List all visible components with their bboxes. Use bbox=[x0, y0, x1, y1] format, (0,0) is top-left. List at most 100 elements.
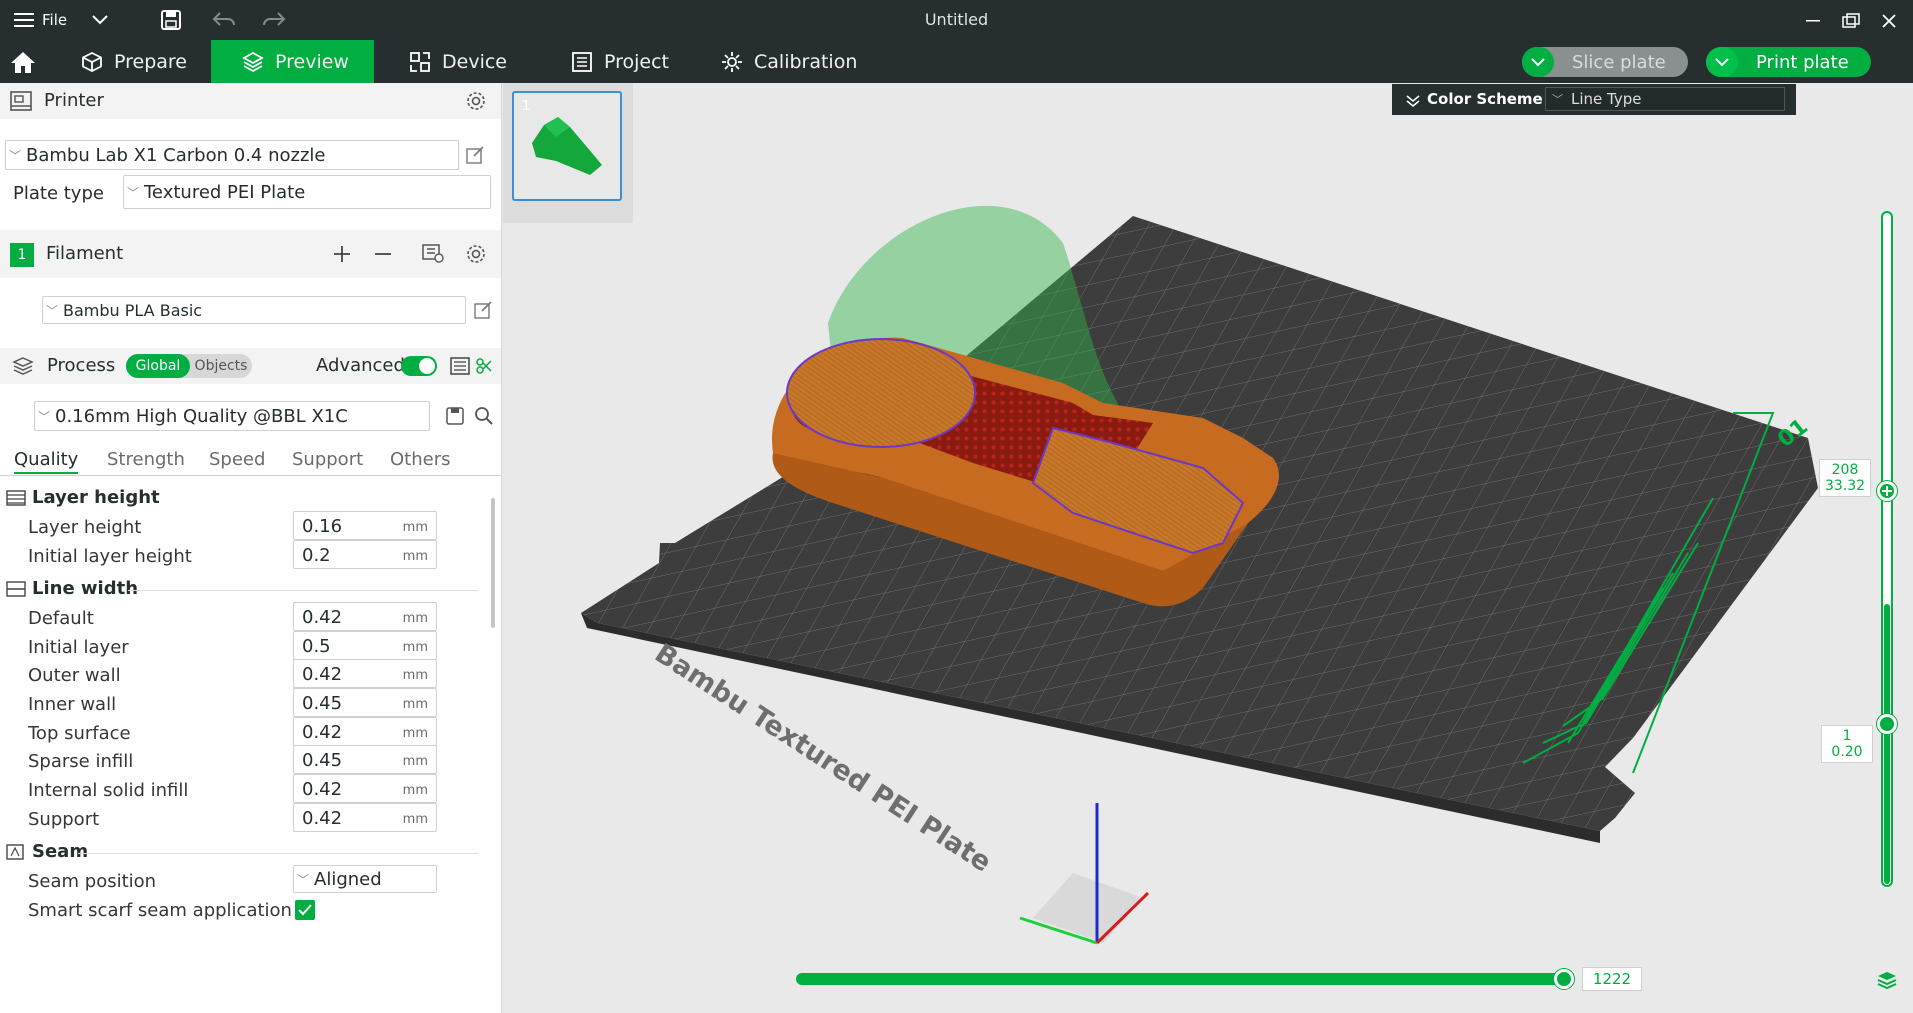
slice-dropdown[interactable] bbox=[1522, 47, 1554, 77]
file-menu-dropdown[interactable] bbox=[92, 0, 108, 40]
top-layer-index: 208 bbox=[1831, 462, 1859, 478]
home-button[interactable] bbox=[8, 40, 38, 83]
field-label-top-surface: Top surface bbox=[28, 723, 131, 744]
global-objects-toggle[interactable]: Global Objects bbox=[126, 354, 252, 378]
seam-icon bbox=[6, 843, 24, 860]
line-width-default-input[interactable]: 0.42 mm bbox=[293, 602, 437, 631]
tab-quality[interactable]: Quality bbox=[14, 449, 79, 474]
field-label-inner-wall: Inner wall bbox=[28, 694, 117, 715]
printer-header-label: Printer bbox=[44, 90, 104, 111]
line-width-internal-solid-infill-input[interactable]: 0.42 mm bbox=[293, 774, 437, 803]
print-plate-button[interactable]: Print plate bbox=[1706, 47, 1871, 77]
initial-layer-height-input[interactable]: 0.2 mm bbox=[293, 540, 437, 569]
remove-filament-icon[interactable] bbox=[374, 245, 392, 263]
chevron-down-icon bbox=[1715, 57, 1729, 66]
line-width-sparse-infill-input[interactable]: 0.45 mm bbox=[293, 745, 437, 774]
advanced-switch-knob bbox=[419, 358, 435, 374]
minimize-button[interactable] bbox=[1800, 8, 1826, 34]
layers-toggle-icon[interactable] bbox=[1877, 971, 1897, 991]
line-width-initial-layer-input[interactable]: 0.5 mm bbox=[293, 631, 437, 660]
save-icon bbox=[161, 10, 181, 30]
print-dropdown[interactable] bbox=[1706, 47, 1738, 77]
tab-calibration[interactable]: Calibration bbox=[720, 40, 870, 83]
subtab-divider bbox=[0, 475, 501, 476]
print-plate-label: Print plate bbox=[1756, 51, 1849, 73]
field-value: 0.5 bbox=[302, 636, 331, 657]
advanced-switch[interactable] bbox=[401, 356, 437, 376]
top-navigation: Prepare Preview Device Project Calibrati… bbox=[0, 40, 1913, 83]
filament-name: Bambu PLA Basic bbox=[63, 300, 203, 320]
tab-support[interactable]: Support bbox=[292, 449, 363, 470]
chevron-down-icon: ﹀ bbox=[8, 148, 21, 163]
main-menu-button[interactable]: File bbox=[14, 0, 67, 40]
toggle-global[interactable]: Global bbox=[126, 354, 190, 378]
edit-printer-icon[interactable] bbox=[466, 146, 484, 164]
undo-button[interactable] bbox=[212, 0, 236, 40]
edit-filament-icon[interactable] bbox=[474, 301, 492, 319]
tab-others[interactable]: Others bbox=[390, 449, 451, 470]
filament-section-header: Filament bbox=[0, 230, 501, 278]
chevron-down-icon bbox=[1531, 57, 1545, 66]
line-width-inner-wall-input[interactable]: 0.45 mm bbox=[293, 688, 437, 717]
restore-icon bbox=[1842, 13, 1860, 28]
field-label-sparse-infill: Sparse infill bbox=[28, 751, 134, 772]
initial-layer-height-value: 0.2 bbox=[302, 545, 331, 566]
add-filament-icon[interactable] bbox=[333, 245, 351, 263]
smart-scarf-checkbox[interactable] bbox=[295, 900, 315, 920]
line-width-support-input[interactable]: 0.42 mm bbox=[293, 803, 437, 832]
layer-slider-bottom-handle[interactable] bbox=[1877, 714, 1897, 734]
device-icon bbox=[408, 50, 432, 74]
top-layer-readout: 208 33.32 bbox=[1819, 459, 1871, 497]
seam-position-select[interactable]: ﹀ Aligned bbox=[293, 865, 437, 893]
close-button[interactable] bbox=[1876, 8, 1902, 34]
unit-label: mm bbox=[402, 754, 428, 769]
toggle-objects[interactable]: Objects bbox=[190, 354, 252, 378]
printer-settings-gear-icon[interactable] bbox=[466, 91, 486, 111]
move-slider-track[interactable] bbox=[796, 973, 1563, 985]
line-width-group-title: Line width bbox=[6, 578, 138, 599]
list-view-icon[interactable] bbox=[450, 357, 470, 375]
slice-plate-button[interactable]: Slice plate bbox=[1522, 47, 1688, 77]
printer-section-header: Printer bbox=[0, 83, 501, 119]
unit-label: mm bbox=[402, 549, 428, 564]
settings-scrollbar[interactable] bbox=[491, 498, 495, 628]
tab-device[interactable]: Device bbox=[408, 40, 528, 83]
tab-preview[interactable]: Preview bbox=[211, 40, 374, 83]
3d-preview-viewport[interactable]: 1 Color Scheme ﹀ Line Type Bambu Texture… bbox=[503, 83, 1913, 1013]
filament-slot-badge[interactable]: 1 bbox=[10, 243, 34, 267]
field-value: 0.42 bbox=[302, 664, 343, 685]
home-icon bbox=[11, 51, 35, 73]
sync-ams-icon[interactable] bbox=[422, 243, 444, 263]
tab-project[interactable]: Project bbox=[570, 40, 680, 83]
tab-speed[interactable]: Speed bbox=[209, 449, 265, 470]
printer-select[interactable]: ﹀ Bambu Lab X1 Carbon 0.4 nozzle bbox=[5, 140, 459, 170]
bottom-layer-index: 1 bbox=[1842, 728, 1852, 744]
filament-select[interactable]: ﹀ Bambu PLA Basic bbox=[42, 296, 466, 324]
layer-height-input[interactable]: 0.16 mm bbox=[293, 511, 437, 540]
line-width-top-surface-input[interactable]: 0.42 mm bbox=[293, 717, 437, 746]
redo-icon bbox=[263, 12, 286, 26]
slice-plate-label: Slice plate bbox=[1572, 51, 1666, 73]
compare-presets-icon[interactable] bbox=[475, 357, 493, 375]
bottom-layer-height: 0.20 bbox=[1831, 744, 1863, 760]
search-icon[interactable] bbox=[474, 406, 494, 426]
line-width-outer-wall-input[interactable]: 0.42 mm bbox=[293, 659, 437, 688]
field-value: 0.42 bbox=[302, 722, 343, 743]
advanced-label: Advanced bbox=[316, 355, 405, 376]
redo-button[interactable] bbox=[262, 0, 286, 40]
tab-strength[interactable]: Strength bbox=[107, 449, 185, 470]
filament-settings-gear-icon[interactable] bbox=[466, 244, 486, 264]
plate-type-select[interactable]: ﹀ Textured PEI Plate bbox=[123, 175, 491, 209]
project-icon bbox=[570, 50, 594, 74]
minimize-icon bbox=[1806, 20, 1820, 22]
restore-button[interactable] bbox=[1838, 8, 1864, 34]
layer-slider-top-handle[interactable] bbox=[1877, 481, 1897, 501]
tab-prepare[interactable]: Prepare bbox=[60, 40, 190, 83]
save-button[interactable] bbox=[160, 0, 182, 40]
model-top-surface-round bbox=[786, 338, 976, 448]
unit-label: mm bbox=[402, 611, 428, 626]
process-preset-select[interactable]: ﹀ 0.16mm High Quality @BBL X1C bbox=[34, 401, 430, 431]
move-slider-handle[interactable] bbox=[1554, 969, 1574, 989]
save-preset-icon[interactable] bbox=[446, 407, 464, 425]
field-label-initial-layer-height: Initial layer height bbox=[28, 546, 192, 567]
